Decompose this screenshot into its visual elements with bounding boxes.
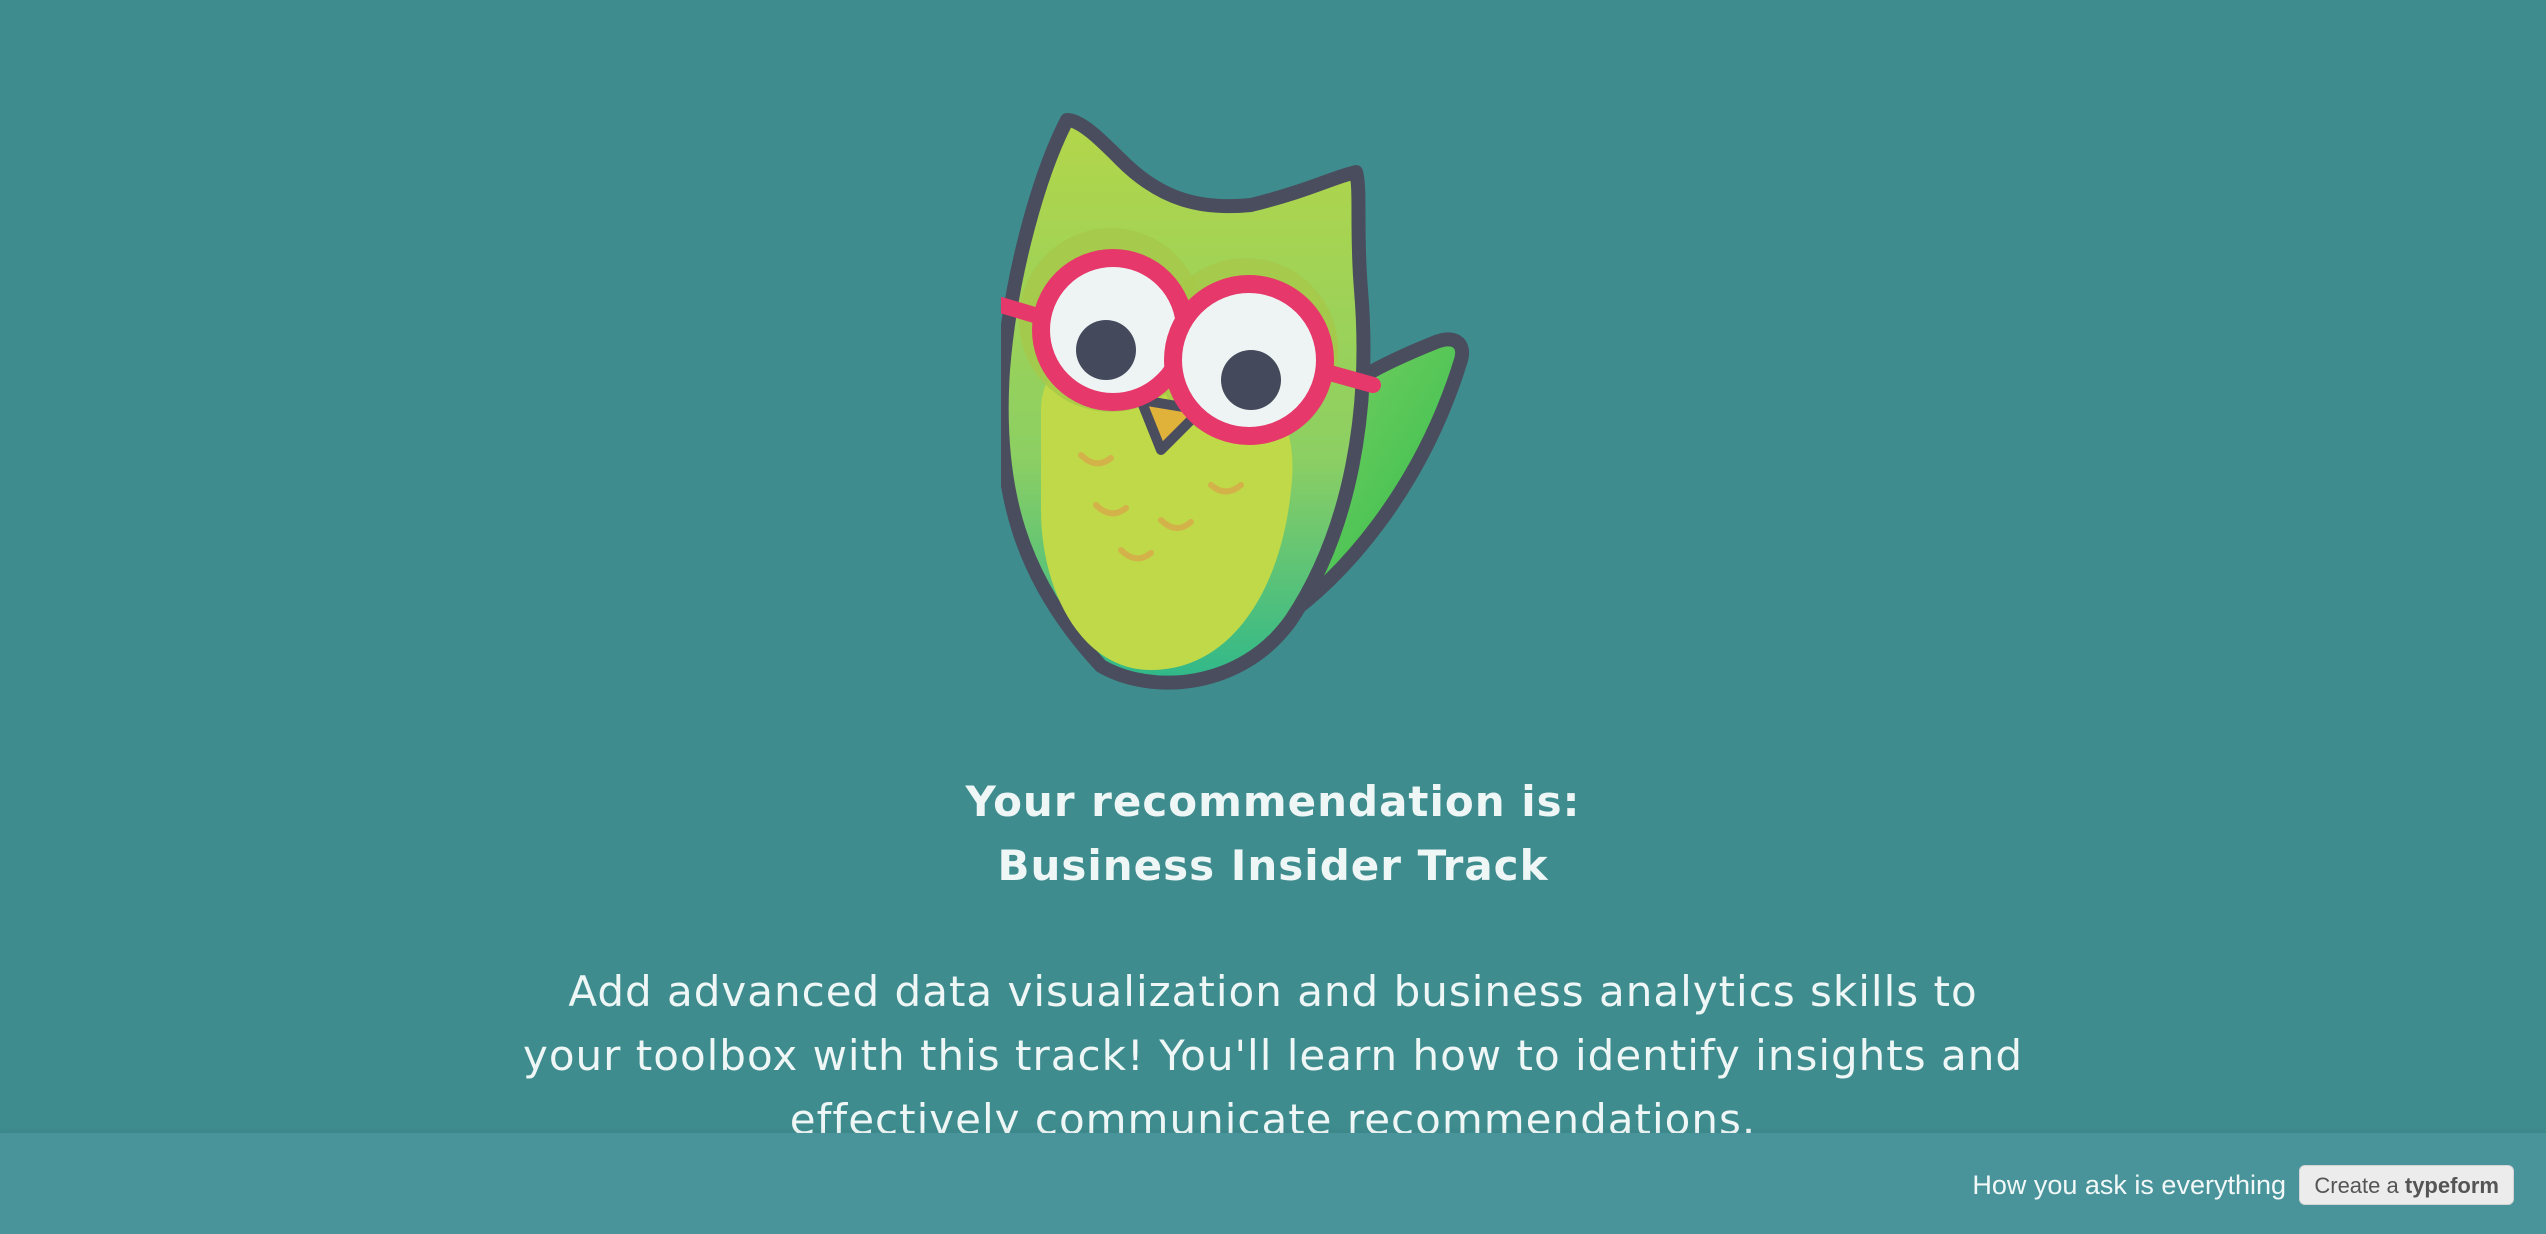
result-heading-line2: Business Insider Track: [997, 841, 1549, 890]
result-page: Your recommendation is: Business Insider…: [0, 0, 2546, 1234]
result-description: Add advanced data visualization and busi…: [522, 967, 2024, 1144]
footer-bar: How you ask is everything Create a typef…: [0, 1133, 2546, 1234]
footer-tagline: How you ask is everything: [1972, 1170, 2286, 1200]
create-typeform-button[interactable]: Create a typeform: [2299, 1165, 2514, 1205]
result-heading-line1: Your recommendation is:: [965, 777, 1581, 826]
owl-mascot-icon: [1001, 110, 1491, 690]
typeform-brand: typeform: [2404, 1173, 2499, 1198]
result-heading: Your recommendation is: Business Insider…: [0, 770, 2546, 898]
create-typeform-prefix: Create a: [2314, 1173, 2399, 1198]
